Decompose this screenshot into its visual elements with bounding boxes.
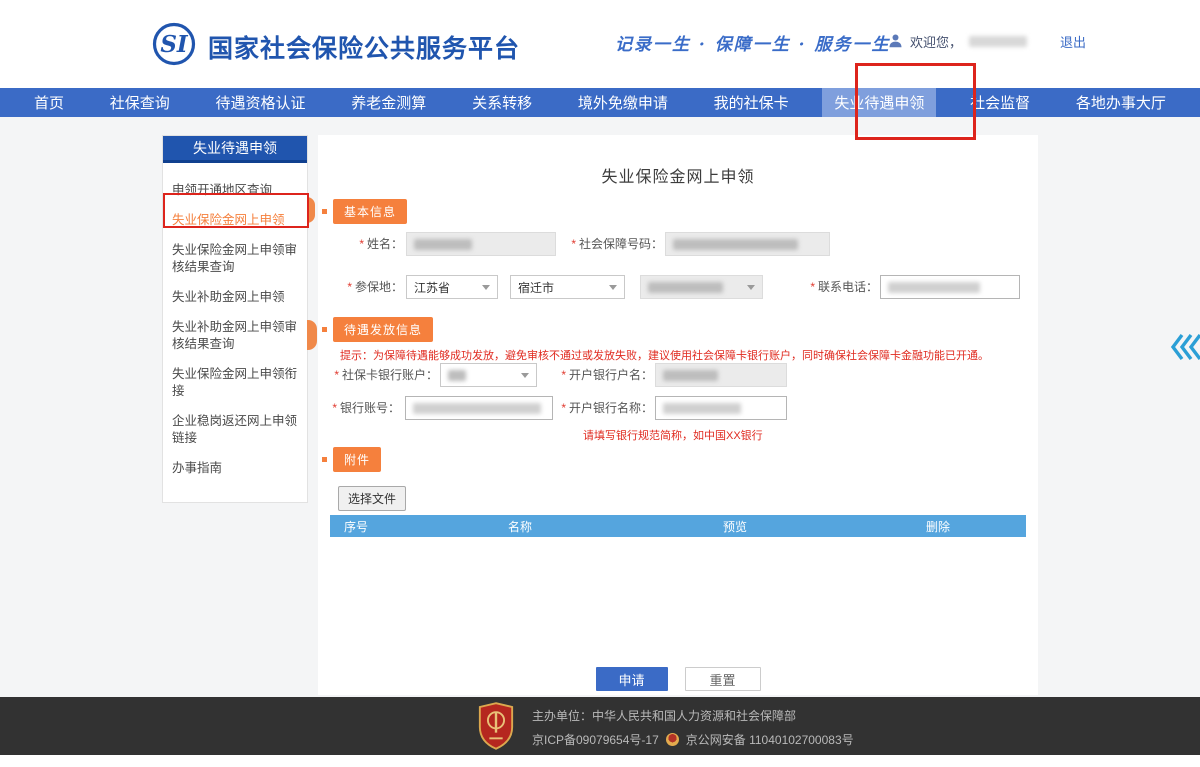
bank-name-hint-text: 请填写银行规范简称，如中国XX银行 — [583, 427, 763, 443]
section-payment-info: 待遇发放信息 — [322, 317, 433, 342]
bank-holder-input[interactable] — [655, 363, 787, 387]
brand: SI 国家社会保险公共服务平台 — [152, 22, 520, 71]
choose-file-button[interactable]: 选择文件 — [338, 486, 406, 511]
redacted-phone-value — [888, 282, 980, 293]
nav-item-social-supervision[interactable]: 社会监督 — [958, 88, 1042, 117]
payment-hint-text: 提示：为保障待遇能够成功发放，避免审核不通过或发放失败，建议使用社会保障卡银行账… — [340, 347, 989, 363]
apply-button[interactable]: 申请 — [596, 667, 668, 691]
nav-item-overseas-exemption[interactable]: 境外免缴申请 — [566, 88, 680, 117]
footer-organizer: 主办单位：中华人民共和国人力资源和社会保障部 — [532, 707, 854, 724]
site-logo-icon: SI — [152, 22, 196, 71]
site-slogan: 记录一生 · 保障一生 · 服务一生 — [615, 30, 891, 55]
ssn-label: *社会保障号码： — [556, 232, 663, 256]
site-footer: 主办单位：中华人民共和国人力资源和社会保障部 京ICP备09079654号-17… — [0, 697, 1200, 755]
footer-icp: 京ICP备09079654号-17 — [532, 731, 659, 748]
section-title-payment-info: 待遇发放信息 — [333, 317, 433, 342]
nav-item-social-insurance-query[interactable]: 社保查询 — [98, 88, 182, 117]
site-header: SI 国家社会保险公共服务平台 记录一生 · 保障一生 · 服务一生 欢迎您， … — [0, 0, 1200, 88]
orange-marker-icon — [307, 320, 317, 350]
user-area: 欢迎您， 退出 — [888, 32, 1086, 51]
redacted-bank-name-value — [663, 403, 741, 414]
bank-account-label: *银行账号： — [318, 396, 400, 420]
app-root: SI 国家社会保险公共服务平台 记录一生 · 保障一生 · 服务一生 欢迎您， … — [0, 0, 1200, 767]
sidebar-item-guide[interactable]: 办事指南 — [172, 460, 298, 477]
government-emblem-icon — [477, 702, 515, 755]
section-title-attachments: 附件 — [333, 447, 381, 472]
redacted-district-value — [648, 282, 723, 293]
sidebar-menu: 申领开通地区查询 失业保险金网上申领 失业保险金网上申领审核结果查询 失业补助金… — [163, 163, 307, 502]
city-select[interactable]: 宿迁市 — [510, 275, 625, 299]
footer-text: 主办单位：中华人民共和国人力资源和社会保障部 京ICP备09079654号-17… — [532, 707, 854, 748]
user-avatar-icon — [888, 33, 903, 51]
ssn-input[interactable] — [665, 232, 830, 256]
card-bank-account-label: *社保卡银行账户： — [318, 363, 438, 387]
sidebar-title: 失业待遇申领 — [163, 136, 307, 163]
sidebar-item-subsidy-online-claim[interactable]: 失业补助金网上申领 — [172, 289, 298, 306]
footer-police: 京公网安备 11040102700083号 — [686, 731, 854, 748]
section-bullet-icon — [322, 457, 327, 462]
svg-text:SI: SI — [160, 31, 189, 58]
police-badge-icon — [666, 733, 679, 746]
welcome-text: 欢迎您， — [910, 32, 962, 51]
sidebar-item-subsidy-review-result[interactable]: 失业补助金网上申领审核结果查询 — [172, 319, 298, 353]
name-input[interactable] — [406, 232, 556, 256]
site-title: 国家社会保险公共服务平台 — [208, 29, 520, 65]
section-attachments: 附件 — [322, 447, 381, 472]
nav-item-my-social-card[interactable]: 我的社保卡 — [702, 88, 801, 117]
sidebar-item-claim-review-result[interactable]: 失业保险金网上申领审核结果查询 — [172, 242, 298, 276]
column-header-name: 名称 — [420, 518, 620, 535]
dropdown-caret-icon — [747, 285, 755, 294]
card-bank-account-select[interactable] — [440, 363, 537, 387]
column-header-index: 序号 — [330, 518, 420, 535]
main-panel: 失业保险金网上申领 基本信息 *姓名： *社会保障号码： *参保地： 江苏省 宿… — [318, 135, 1038, 695]
bottom-strip — [0, 755, 1200, 767]
bank-holder-label: *开户银行户名： — [558, 363, 653, 387]
dropdown-caret-icon — [521, 373, 529, 382]
orange-marker-icon — [307, 197, 315, 223]
name-label: *姓名： — [318, 232, 403, 256]
attachments-table-header: 序号 名称 预览 删除 — [330, 515, 1026, 537]
nav-item-benefit-qualification[interactable]: 待遇资格认证 — [204, 88, 318, 117]
redacted-username — [969, 36, 1027, 47]
phone-label: *联系电话： — [778, 275, 878, 299]
sidebar: 失业待遇申领 申领开通地区查询 失业保险金网上申领 失业保险金网上申领审核结果查… — [162, 135, 308, 503]
sidebar-item-online-claim[interactable]: 失业保险金网上申领 — [172, 212, 298, 229]
insured-place-label: *参保地： — [318, 275, 403, 299]
page-title: 失业保险金网上申领 — [318, 163, 1038, 187]
section-title-basic-info: 基本信息 — [333, 199, 407, 224]
sidebar-item-open-region-query[interactable]: 申领开通地区查询 — [172, 182, 298, 199]
column-header-preview: 预览 — [620, 518, 850, 535]
section-basic-info: 基本信息 — [322, 199, 407, 224]
redacted-card-account-value — [448, 370, 466, 381]
dropdown-caret-icon — [482, 285, 490, 294]
column-header-delete: 删除 — [850, 518, 1026, 535]
bank-name-input[interactable] — [655, 396, 787, 420]
collapse-panel-icon[interactable] — [1168, 330, 1200, 369]
province-select[interactable]: 江苏省 — [406, 275, 498, 299]
redacted-account-value — [413, 403, 541, 414]
bank-account-input[interactable] — [405, 396, 553, 420]
reset-button[interactable]: 重置 — [685, 667, 761, 691]
section-bullet-icon — [322, 327, 327, 332]
nav-item-home[interactable]: 首页 — [22, 88, 76, 117]
sidebar-item-claim-link[interactable]: 失业保险金网上申领衔接 — [172, 366, 298, 400]
sidebar-item-enterprise-refund-link[interactable]: 企业稳岗返还网上申领链接 — [172, 413, 298, 447]
bank-name-label: *开户银行名称： — [558, 396, 653, 420]
nav-item-relation-transfer[interactable]: 关系转移 — [460, 88, 544, 117]
logout-link[interactable]: 退出 — [1060, 32, 1086, 51]
dropdown-caret-icon — [609, 285, 617, 294]
nav-item-local-service-halls[interactable]: 各地办事大厅 — [1064, 88, 1178, 117]
district-select[interactable] — [640, 275, 763, 299]
nav-item-pension-calculator[interactable]: 养老金测算 — [339, 88, 438, 117]
form-actions: 申请 重置 — [318, 667, 1038, 691]
redacted-ssn-value — [673, 239, 798, 250]
nav-item-unemployment-benefit[interactable]: 失业待遇申领 — [822, 88, 936, 117]
redacted-name-value — [414, 239, 472, 250]
phone-input[interactable] — [880, 275, 1020, 299]
main-nav: 首页 社保查询 待遇资格认证 养老金测算 关系转移 境外免缴申请 我的社保卡 失… — [0, 88, 1200, 117]
redacted-holder-value — [663, 370, 718, 381]
section-bullet-icon — [322, 209, 327, 214]
